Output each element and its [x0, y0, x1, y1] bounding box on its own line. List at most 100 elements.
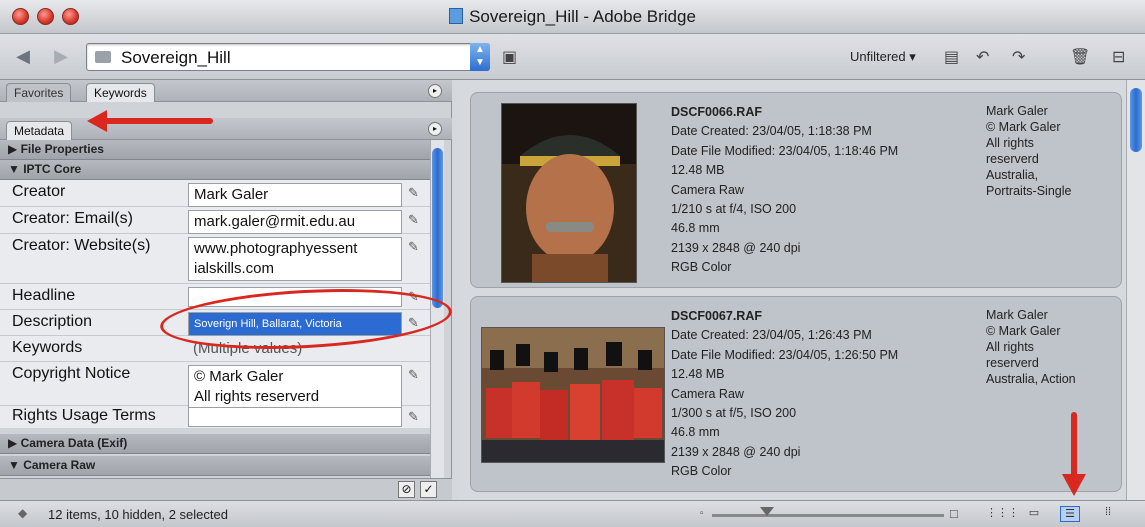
creator: Mark Galer: [986, 308, 1048, 322]
field-row-website: Creator: Website(s) www.photographyessen…: [0, 234, 430, 284]
file-metadata: DSCF0067.RAF Date Created: 23/04/05, 1:2…: [671, 307, 898, 482]
field-label: Rights Usage Terms: [12, 407, 156, 424]
creator: Mark Galer: [986, 104, 1048, 118]
date-modified: Date File Modified: 23/04/05, 1:26:50 PM: [671, 347, 899, 362]
creator-field[interactable]: Mark Galer: [188, 183, 402, 207]
field-value-line: www.photographyessent: [194, 240, 358, 257]
creator-email-field[interactable]: mark.galer@rmit.edu.au: [188, 210, 402, 234]
rights: All rights: [986, 340, 1034, 354]
field-row-rights: Rights Usage Terms ✎: [0, 406, 430, 428]
creator-website-field[interactable]: www.photographyessent ialskills.com: [188, 237, 402, 281]
section-camera-data[interactable]: ▶ Camera Data (Exif): [0, 434, 430, 454]
cancel-icon[interactable]: ⊘: [398, 481, 415, 498]
status-bar: ◆ 12 items, 10 hidden, 2 selected ▫ □ ⋮⋮…: [0, 500, 1145, 527]
thumbnail-soldiers[interactable]: [481, 327, 665, 463]
field-row-email: Creator: Email(s) mark.galer@rmit.edu.au…: [0, 207, 430, 234]
focal-length: 46.8 mm: [671, 221, 720, 236]
keywords: Portraits-Single: [986, 184, 1072, 198]
field-label: Keywords: [12, 339, 83, 356]
filter-menu[interactable]: Unfiltered ▾: [850, 49, 916, 65]
copyright: © Mark Galer: [986, 324, 1061, 338]
tab-metadata[interactable]: Metadata: [6, 121, 73, 140]
trash-icon[interactable]: 🗑: [1070, 47, 1090, 67]
panel-menu-icon[interactable]: ▸: [428, 84, 442, 98]
forward-arrow-icon[interactable]: ▶: [50, 46, 72, 67]
file-name: DSCF0067.RAF: [671, 309, 762, 323]
toggle-panels-icon[interactable]: ◆: [18, 506, 27, 520]
color-mode: RGB Color: [671, 260, 732, 275]
rights: reserverd: [986, 356, 1039, 370]
thumbnail-size-slider[interactable]: [712, 514, 944, 517]
apply-check-icon[interactable]: ✓: [420, 481, 437, 498]
field-row-creator: Creator Mark Galer ✎: [0, 180, 430, 207]
field-value-line: ialskills.com: [194, 260, 275, 277]
compact-mode-icon[interactable]: ⊟: [1112, 47, 1125, 67]
file-metadata: DSCF0066.RAF Date Created: 23/04/05, 1:1…: [671, 103, 898, 278]
content-area: DSCF0066.RAF Date Created: 23/04/05, 1:1…: [458, 80, 1126, 500]
small-thumb-icon[interactable]: ▫: [700, 508, 704, 519]
copyright: © Mark Galer: [986, 120, 1061, 134]
metadata-tab-row: Metadata ▸: [0, 118, 452, 140]
go-up-icon[interactable]: ▣: [502, 47, 517, 67]
color-mode: RGB Color: [671, 464, 732, 479]
file-size: 12.48 MB: [671, 367, 725, 382]
back-arrow-icon[interactable]: ◀: [12, 46, 34, 67]
tab-favorites[interactable]: Favorites: [6, 83, 72, 102]
scrollbar-thumb[interactable]: [1130, 88, 1142, 152]
keywords: Australia,: [986, 168, 1039, 182]
pencil-icon: ✎: [408, 409, 419, 424]
date-modified: Date File Modified: 23/04/05, 1:18:46 PM: [671, 143, 899, 158]
field-label: Creator: Website(s): [12, 237, 151, 254]
rotate-left-icon[interactable]: ↶: [976, 47, 989, 67]
path-selector[interactable]: Sovereign_Hill ▲ ▼: [86, 43, 490, 71]
section-iptc-core[interactable]: ▼ IPTC Core: [0, 160, 430, 180]
top-tab-row: Favorites Keywords ▸: [0, 80, 452, 102]
keywords: Australia, Action: [986, 372, 1076, 386]
exposure: 1/300 s at f/5, ISO 200: [671, 406, 797, 421]
rotate-right-icon[interactable]: ↷: [1012, 47, 1025, 67]
toolbar: ◀ ▶ Sovereign_Hill ▲ ▼ ▣ Unfiltered ▾ ▤ ↶…: [0, 34, 1145, 80]
field-value-line: © Mark Galer: [194, 368, 284, 385]
pencil-icon: ✎: [408, 367, 419, 382]
section-camera-raw[interactable]: ▼ Camera Raw: [0, 456, 430, 476]
copyright-notice-field[interactable]: © Mark Galer All rights reserverd: [188, 365, 402, 409]
date-created: Date Created: 23/04/05, 1:18:38 PM: [671, 124, 872, 139]
folder-icon: [95, 51, 111, 63]
tab-keywords[interactable]: Keywords: [86, 83, 155, 102]
details-view-icon[interactable]: ☰: [1060, 506, 1080, 522]
file-iptc: Mark Galer © Mark Galer All rights reser…: [986, 103, 1071, 199]
field-label: Copyright Notice: [12, 365, 131, 382]
file-iptc: Mark Galer © Mark Galer All rights reser…: [986, 307, 1076, 387]
field-label: Headline: [12, 287, 76, 304]
field-label: Creator: [12, 183, 66, 200]
scrollbar-thumb[interactable]: [432, 148, 443, 308]
annotation-arrow-icon: [87, 110, 213, 132]
rights-usage-field[interactable]: [188, 407, 402, 427]
focal-length: 46.8 mm: [671, 425, 720, 440]
pencil-icon: ✎: [408, 212, 419, 227]
file-format: Camera Raw: [671, 386, 744, 401]
exposure: 1/210 s at f/4, ISO 200: [671, 202, 797, 217]
annotation-arrow-icon: [1062, 412, 1086, 496]
path-dropdown-icon[interactable]: ▲ ▼: [470, 43, 490, 71]
file-card[interactable]: DSCF0067.RAF Date Created: 23/04/05, 1:2…: [470, 296, 1122, 492]
field-value-line: All rights reserverd: [194, 388, 320, 405]
file-card[interactable]: DSCF0066.RAF Date Created: 23/04/05, 1:1…: [470, 92, 1122, 288]
content-scrollbar[interactable]: [1126, 80, 1145, 500]
rights: All rights: [986, 136, 1034, 150]
pencil-icon: ✎: [408, 185, 419, 200]
panel-bottom-bar: ⊘ ✓: [0, 478, 452, 500]
window-title: Sovereign_Hill - Adobe Bridge: [0, 7, 1145, 27]
filmstrip-view-icon[interactable]: ▭: [1024, 506, 1044, 522]
large-thumb-icon[interactable]: □: [950, 506, 958, 521]
versions-view-icon[interactable]: ⁞⁞: [1098, 506, 1118, 522]
title-bar: Sovereign_Hill - Adobe Bridge: [0, 0, 1145, 34]
thumbnails-view-icon[interactable]: ⋮⋮⋮: [986, 506, 1019, 522]
bridge-window: Sovereign_Hill - Adobe Bridge ◀ ▶ Sovere…: [0, 0, 1145, 527]
metadata-menu-icon[interactable]: ▸: [428, 122, 442, 136]
section-file-properties[interactable]: ▶ File Properties: [0, 140, 430, 160]
field-row-copyright: Copyright Notice © Mark Galer All rights…: [0, 362, 430, 409]
thumbnail-portrait[interactable]: [501, 103, 637, 283]
new-folder-icon[interactable]: ▤: [944, 47, 959, 67]
slider-knob[interactable]: [760, 507, 774, 516]
